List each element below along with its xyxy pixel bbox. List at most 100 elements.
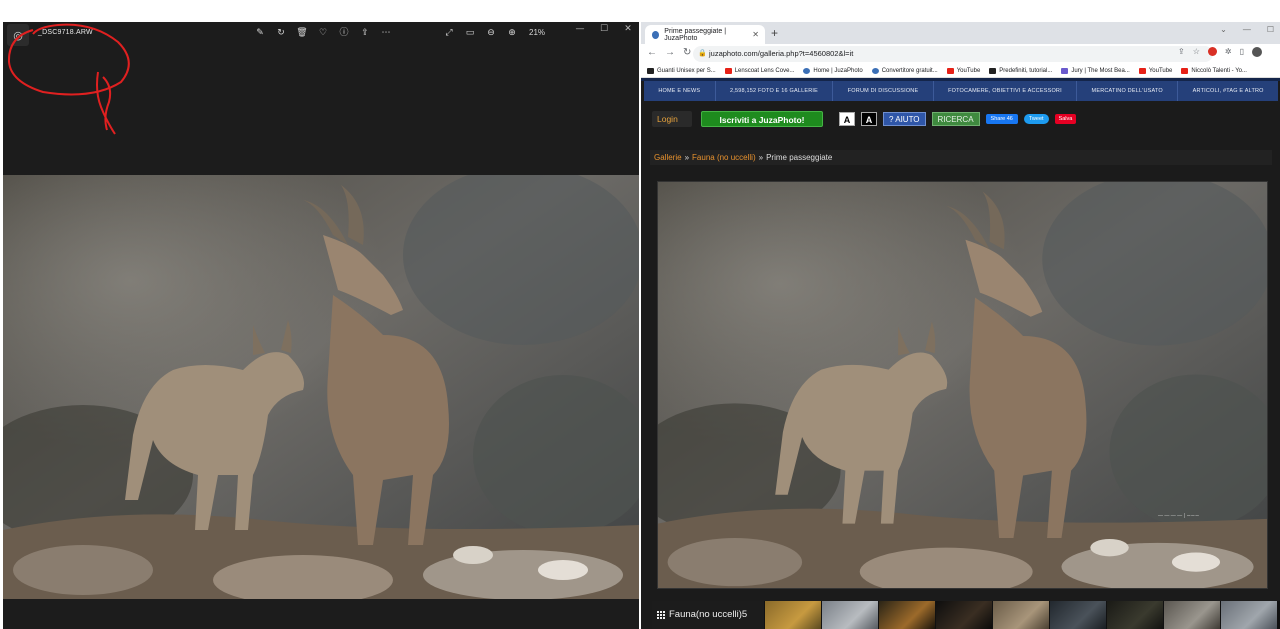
fit-icon[interactable]: ▭ [464, 26, 476, 40]
profile-avatar[interactable] [1251, 47, 1262, 57]
bookmark-item[interactable]: Jury | The Most Bea... [1061, 67, 1130, 74]
breadcrumb-category-link[interactable]: Fauna (no uccelli) [692, 153, 756, 162]
zoom-in-icon[interactable]: ⊕ [506, 26, 518, 40]
photos-viewer-window: ◎ _DSC9718.ARW ✎ ↻ 🗑 ♡ ⓘ ⇪ ⋯ ⤢ ▭ ⊖ ⊕ 21%… [3, 22, 639, 629]
bookmark-label: Predefiniti, tutorial... [999, 67, 1053, 74]
bookmark-item[interactable]: YouTube [946, 67, 980, 74]
edit-icon[interactable]: ✎ [254, 26, 266, 40]
minimize-icon[interactable]: — [1243, 25, 1251, 34]
menu-market[interactable]: MERCATINO DELL'USATO [1077, 81, 1179, 101]
bookmark-label: Lenscoat Lens Cove... [734, 67, 795, 74]
photos-app-icon[interactable]: ◎ [7, 24, 29, 46]
bookmark-label: Guanti Unisex per S... [657, 67, 716, 74]
close-icon[interactable]: ✕ [623, 24, 633, 34]
viewer-zoom-controls: ⤢ ▭ ⊖ ⊕ 21% [443, 26, 545, 40]
thumbnail-item[interactable] [1221, 601, 1277, 629]
bookmark-item[interactable]: Predefiniti, tutorial... [989, 67, 1053, 74]
bookmark-label: Jury | The Most Bea... [1071, 67, 1130, 74]
thumbnail-item[interactable] [993, 601, 1049, 629]
maximize-icon[interactable]: ☐ [599, 24, 609, 34]
bookmark-item[interactable]: Home | JuzaPhoto [803, 67, 863, 74]
pinterest-save-button[interactable]: Salva [1054, 114, 1077, 124]
tab-strip: Prime passeggiate | JuzaPhoto ✕ + ⌄ — ☐ [641, 22, 1280, 44]
viewer-actions: ✎ ↻ 🗑 ♡ ⓘ ⇪ ⋯ [254, 26, 392, 40]
maximize-icon[interactable]: ☐ [1267, 25, 1274, 34]
bookmarks-bar: Guanti Unisex per S... Lenscoat Lens Cov… [641, 64, 1280, 78]
thumbnail-category-button[interactable]: Fauna(no uccelli)5 [652, 601, 764, 629]
active-tab[interactable]: Prime passeggiate | JuzaPhoto ✕ [645, 25, 765, 44]
bookmark-item[interactable]: Lenscoat Lens Cove... [724, 67, 795, 74]
gallery-photo-image [658, 182, 1267, 588]
address-bar-row: ← → ↻ 🔒 juzaphoto.com/galleria.php?t=456… [641, 44, 1280, 64]
side-panel-icon[interactable]: ▯ [1240, 47, 1244, 57]
bookmark-item[interactable]: Niccolò Talenti - Yo... [1181, 67, 1247, 74]
amazon-icon [647, 67, 654, 74]
gallery-thumbnail-strip: Fauna(no uccelli)5 [652, 601, 1280, 629]
thumbnail-item[interactable] [765, 601, 821, 629]
thumbnail-item[interactable] [822, 601, 878, 629]
viewer-window-controls: — ☐ ✕ [575, 24, 633, 34]
photographer-watermark: — — — — | ∽∽∽ [1158, 513, 1199, 519]
gallery-photo[interactable]: — — — — | ∽∽∽ [657, 181, 1268, 589]
info-icon[interactable]: ⓘ [338, 26, 350, 40]
breadcrumb-gallery-link[interactable]: Gallerie [654, 153, 682, 162]
thumbnail-item[interactable] [936, 601, 992, 629]
zoom-out-icon[interactable]: ⊖ [485, 26, 497, 40]
thumbnail-item[interactable] [1107, 601, 1163, 629]
fullscreen-icon[interactable]: ⤢ [443, 26, 455, 40]
tweet-button[interactable]: Tweet [1023, 114, 1049, 124]
tab-title: Prime passeggiate | JuzaPhoto [664, 27, 727, 42]
search-button[interactable]: RICERCA [931, 112, 980, 126]
reload-icon[interactable]: ↻ [683, 47, 691, 58]
new-tab-icon[interactable]: + [771, 26, 778, 40]
menu-cameras[interactable]: FOTOCAMERE, OBIETTIVI E ACCESSORI [934, 81, 1078, 101]
more-icon[interactable]: ⋯ [380, 26, 392, 40]
zoom-level[interactable]: 21% [529, 26, 545, 40]
thumbnail-category-label: Fauna(no uccelli)5 [669, 609, 748, 620]
breadcrumb-separator: » [758, 153, 764, 162]
menu-articles[interactable]: ARTICOLI, #TAG E ALTRO [1178, 81, 1278, 101]
grid-icon [657, 611, 665, 619]
menu-gallery[interactable]: 2,598,152 FOTO E 16 GALLERIE [716, 81, 834, 101]
minimize-icon[interactable]: — [575, 24, 585, 34]
url-text: juzaphoto.com/galleria.php?t=4560802&l=i… [709, 49, 854, 58]
tab-search-icon[interactable]: ⌄ [1220, 25, 1227, 34]
extension-badge-icon[interactable] [1207, 47, 1217, 56]
delete-icon[interactable]: 🗑 [296, 26, 308, 40]
thumbnail-item[interactable] [1164, 601, 1220, 629]
ibex-photo-image [3, 175, 639, 599]
site-main-menu: HOME E NEWS 2,598,152 FOTO E 16 GALLERIE… [644, 81, 1278, 101]
bookmark-item[interactable]: Guanti Unisex per S... [647, 67, 716, 74]
signup-button[interactable]: Iscriviti a JuzaPhoto! [701, 111, 823, 127]
share-page-icon[interactable]: ⇪ [1178, 47, 1185, 57]
bookmark-item[interactable]: Convertitore gratuit... [871, 67, 938, 74]
converter-icon [871, 67, 879, 74]
favorite-icon[interactable]: ♡ [317, 26, 329, 40]
extensions-puzzle-icon[interactable]: ✲ [1225, 47, 1232, 57]
thumbnail-item[interactable] [1050, 601, 1106, 629]
share-icon[interactable]: ⇪ [359, 26, 371, 40]
breadcrumb: Gallerie» Fauna (no uccelli)» Prime passeg… [650, 150, 1272, 165]
url-field[interactable]: 🔒 juzaphoto.com/galleria.php?t=4560802&l… [693, 46, 1213, 62]
viewer-toolbar: ◎ _DSC9718.ARW ✎ ↻ 🗑 ♡ ⓘ ⇪ ⋯ ⤢ ▭ ⊖ ⊕ 21%… [3, 22, 639, 46]
juzaphoto-page: HOME E NEWS 2,598,152 FOTO E 16 GALLERIE… [641, 78, 1280, 629]
bookmark-label: Home | JuzaPhoto [813, 67, 863, 74]
bookmark-star-icon[interactable]: ☆ [1193, 47, 1200, 57]
light-theme-button[interactable]: A [839, 112, 855, 126]
back-icon[interactable]: ← [647, 47, 657, 58]
facebook-share-button[interactable]: Share 46 [985, 114, 1018, 124]
lock-icon: 🔒 [698, 50, 707, 57]
login-button[interactable]: Login [652, 111, 692, 127]
dark-theme-button[interactable]: A [861, 112, 877, 126]
bookmark-item[interactable]: YouTube [1138, 67, 1172, 74]
tab-close-icon[interactable]: ✕ [752, 30, 759, 39]
menu-home[interactable]: HOME E NEWS [644, 81, 716, 101]
menu-forum[interactable]: FORUM DI DISCUSSIONE [833, 81, 934, 101]
rotate-icon[interactable]: ↻ [275, 26, 287, 40]
youtube-icon [946, 67, 954, 74]
help-button[interactable]: ? AIUTO [883, 112, 926, 126]
thumbnail-item[interactable] [879, 601, 935, 629]
forward-icon[interactable]: → [665, 47, 675, 58]
navigation-buttons: ← → ↻ [647, 47, 691, 58]
breadcrumb-separator: » [684, 153, 690, 162]
